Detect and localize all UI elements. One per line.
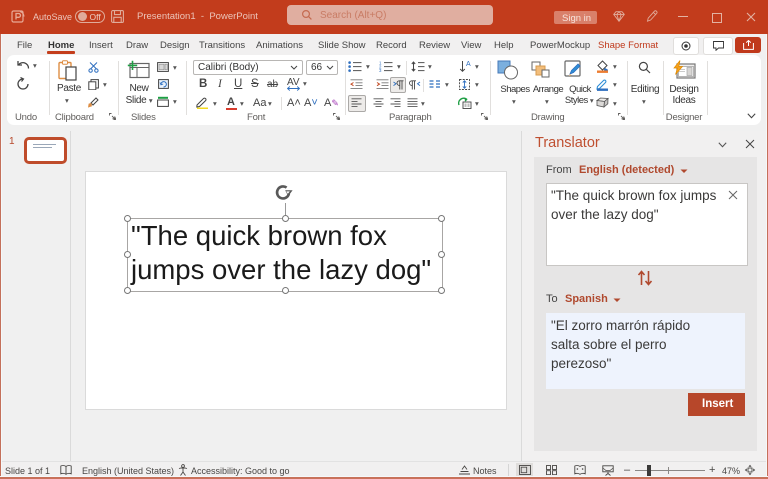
svg-text:A: A: [466, 61, 471, 68]
svg-text:3: 3: [379, 68, 382, 72]
